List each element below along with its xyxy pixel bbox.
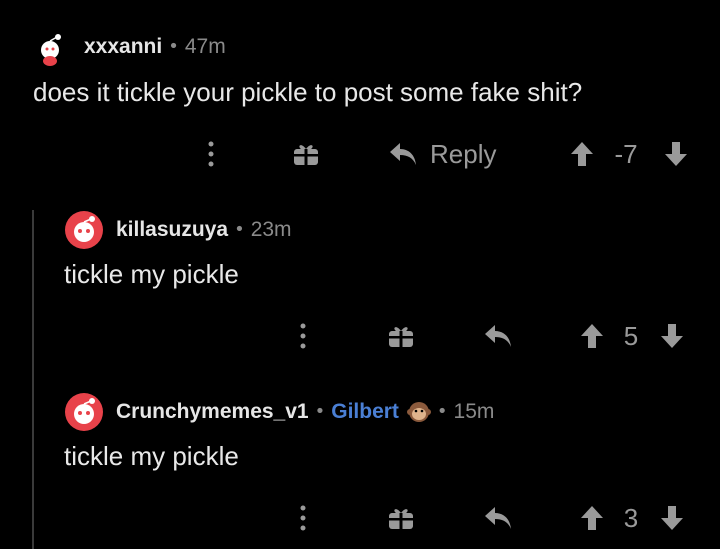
timestamp: 47m [184, 35, 226, 58]
vote-score: 5 [614, 319, 648, 353]
monkey-emoji-icon [406, 402, 431, 422]
comment-meta: xxxanni • 47m [84, 35, 226, 59]
arrow-up-icon [571, 142, 593, 166]
username[interactable]: killasuzuya [116, 218, 228, 242]
vote-score: -7 [604, 137, 648, 171]
snoo-avatar-icon[interactable] [64, 392, 104, 432]
upvote-button[interactable] [578, 322, 606, 350]
comment-thread: xxxanni • 47m does it tickle your pickle… [0, 0, 720, 549]
reply-button[interactable] [480, 500, 516, 536]
arrow-down-icon [665, 142, 687, 166]
arrow-up-icon [581, 506, 603, 530]
thread-line[interactable] [32, 210, 34, 549]
upvote-button[interactable] [568, 140, 596, 168]
score: -7 [614, 138, 638, 169]
reply-label: Reply [430, 138, 497, 169]
downvote-button[interactable] [658, 322, 686, 350]
more-vertical-icon [208, 141, 214, 167]
downvote-button[interactable] [662, 140, 690, 168]
score: 3 [623, 502, 639, 533]
username[interactable]: Crunchymemes_v1 [116, 400, 309, 424]
reply-arrow-icon [485, 507, 511, 529]
vote-score: 3 [614, 501, 648, 535]
arrow-up-icon [581, 324, 603, 348]
score: 5 [623, 320, 639, 351]
arrow-down-icon [661, 506, 683, 530]
timestamp: 15m [453, 400, 495, 423]
more-options-button[interactable] [196, 138, 226, 170]
reply-arrow-icon [390, 143, 416, 165]
reply-button[interactable]: Reply [388, 134, 496, 174]
reply-button[interactable] [480, 318, 516, 354]
username[interactable]: xxxanni [84, 35, 162, 59]
comment-body: does it tickle your pickle to post some … [33, 77, 583, 107]
reply-arrow-icon [485, 325, 511, 347]
comment-meta: Crunchymemes_v1 • Gilbert • 15m [116, 400, 494, 424]
comment-body: tickle my pickle [64, 441, 239, 471]
comment-body: tickle my pickle [64, 259, 239, 289]
more-vertical-icon [300, 505, 306, 531]
separator: • [168, 36, 179, 57]
gift-icon [389, 509, 413, 529]
snoo-avatar-icon[interactable] [64, 210, 104, 250]
more-vertical-icon [300, 323, 306, 349]
comment-meta: killasuzuya • 23m [116, 218, 292, 242]
separator: • [436, 401, 448, 422]
user-flair: Gilbert [331, 400, 399, 423]
timestamp: 23m [250, 218, 292, 241]
award-button[interactable] [290, 140, 322, 168]
award-button[interactable] [385, 504, 417, 532]
upvote-button[interactable] [578, 504, 606, 532]
gift-icon [389, 327, 413, 347]
more-options-button[interactable] [288, 320, 318, 352]
downvote-button[interactable] [658, 504, 686, 532]
arrow-down-icon [661, 324, 683, 348]
award-button[interactable] [385, 322, 417, 350]
snoo-avatar-icon[interactable] [30, 28, 70, 68]
gift-icon [294, 145, 318, 165]
separator: • [234, 219, 245, 240]
separator: • [314, 401, 326, 422]
more-options-button[interactable] [288, 502, 318, 534]
